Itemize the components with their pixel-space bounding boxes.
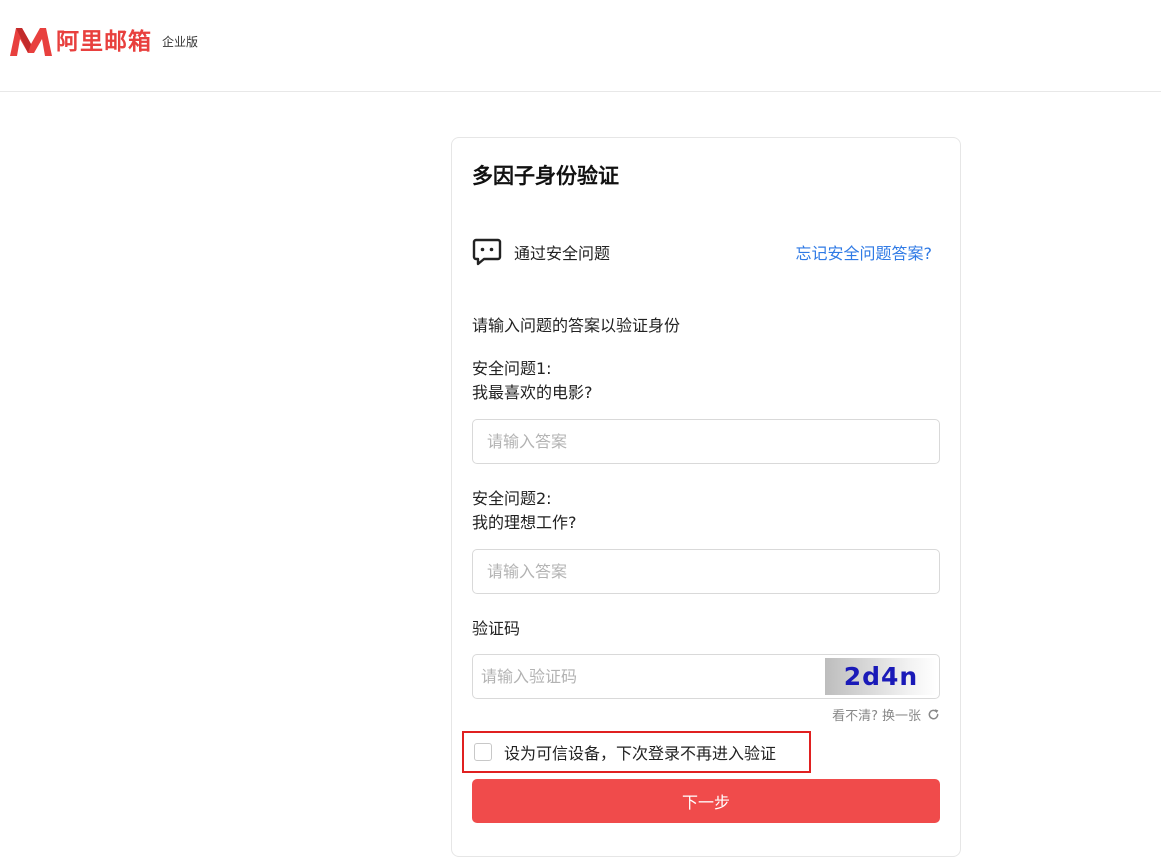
captcha-label: 验证码 (472, 619, 521, 638)
trust-device-label[interactable]: 设为可信设备，下次登录不再进入验证 (504, 740, 776, 764)
next-step-button[interactable]: 下一步 (472, 779, 940, 823)
mfa-card: 多因子身份验证 通过安全问题 忘记安全问题答案? 请输入问题的答案以验证身份 安… (451, 137, 961, 857)
captcha-field: 2d4n (472, 654, 940, 699)
page-title: 多因子身份验证 (472, 164, 619, 188)
question-1-text: 我最喜欢的电影? (472, 383, 593, 402)
instruction-text: 请输入问题的答案以验证身份 (472, 316, 681, 335)
question-2-number: 安全问题2: (472, 489, 552, 508)
refresh-prompt: 看不清? (832, 709, 878, 724)
top-header: 阿里邮箱 企业版 (0, 0, 1161, 92)
trust-device-checkbox[interactable] (474, 743, 492, 761)
question-2-label: 安全问题2: 我的理想工作? (472, 487, 577, 535)
answer-1-input[interactable] (472, 419, 940, 464)
question-1-number: 安全问题1: (472, 359, 552, 378)
forgot-answers-link[interactable]: 忘记安全问题答案? (796, 240, 933, 264)
question-1-label: 安全问题1: 我最喜欢的电影? (472, 357, 593, 405)
method-label: 通过安全问题 (514, 244, 611, 263)
refresh-icon[interactable] (927, 708, 940, 721)
mail-m-logo-icon (10, 28, 52, 56)
answer-2-input[interactable] (472, 549, 940, 594)
brand-logo[interactable]: 阿里邮箱 企业版 (10, 26, 198, 58)
captcha-image[interactable]: 2d4n (825, 658, 937, 695)
question-2-text: 我的理想工作? (472, 513, 577, 532)
brand-edition: 企业版 (162, 35, 199, 49)
captcha-input[interactable] (473, 655, 829, 698)
brand-name: 阿里邮箱 (56, 29, 152, 55)
captcha-image-text: 2d4n (843, 662, 919, 691)
captcha-refresh-row: 看不清? 换一张 (832, 705, 940, 724)
refresh-captcha-link[interactable]: 换一张 (882, 705, 921, 724)
trust-device-option[interactable]: 设为可信设备，下次登录不再进入验证 (462, 731, 811, 773)
chat-question-icon (472, 238, 502, 266)
verification-method-row: 通过安全问题 忘记安全问题答案? (472, 236, 932, 266)
